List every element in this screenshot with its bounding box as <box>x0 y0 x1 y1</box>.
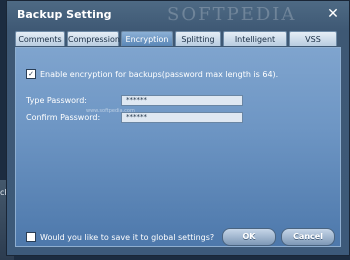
enable-encryption-checkbox[interactable]: ✓ <box>26 69 36 79</box>
tab-encryption[interactable]: Encryption <box>121 31 173 46</box>
global-settings-row[interactable]: Would you like to save it to global sett… <box>26 232 214 242</box>
encryption-panel: ✓ Enable encryption for backups(password… <box>15 47 341 247</box>
tab-comments[interactable]: Comments <box>15 31 65 46</box>
ok-button[interactable]: OK <box>222 228 276 246</box>
tab-intelligent-sector[interactable]: Intelligent Sector <box>223 31 287 59</box>
global-settings-checkbox[interactable] <box>26 232 36 242</box>
tab-bar: Comments Compression Encryption Splittin… <box>15 31 341 59</box>
type-password-label: Type Password: <box>26 96 87 105</box>
tab-compression[interactable]: Compression <box>67 31 120 46</box>
backup-setting-dialog: Backup Setting SOFTPEDIA ✕ Comments Comp… <box>6 0 350 256</box>
close-icon[interactable]: ✕ <box>325 6 341 22</box>
global-settings-label: Would you like to save it to global sett… <box>40 232 215 242</box>
cancel-button[interactable]: Cancel <box>281 228 335 246</box>
enable-encryption-row[interactable]: ✓ Enable encryption for backups(password… <box>26 69 278 79</box>
tab-splitting[interactable]: Splitting <box>175 31 221 46</box>
confirm-password-label: Confirm Password: <box>26 113 101 122</box>
type-password-field[interactable]: ****** <box>121 95 243 106</box>
tab-vss[interactable]: VSS <box>289 31 337 46</box>
watermark: SOFTPEDIA <box>167 4 297 25</box>
enable-encryption-label: Enable encryption for backups(password m… <box>40 69 279 79</box>
dialog-title: Backup Setting <box>17 8 112 21</box>
title-bar[interactable]: Backup Setting SOFTPEDIA ✕ <box>7 1 349 29</box>
confirm-password-field[interactable]: ****** <box>121 112 243 123</box>
